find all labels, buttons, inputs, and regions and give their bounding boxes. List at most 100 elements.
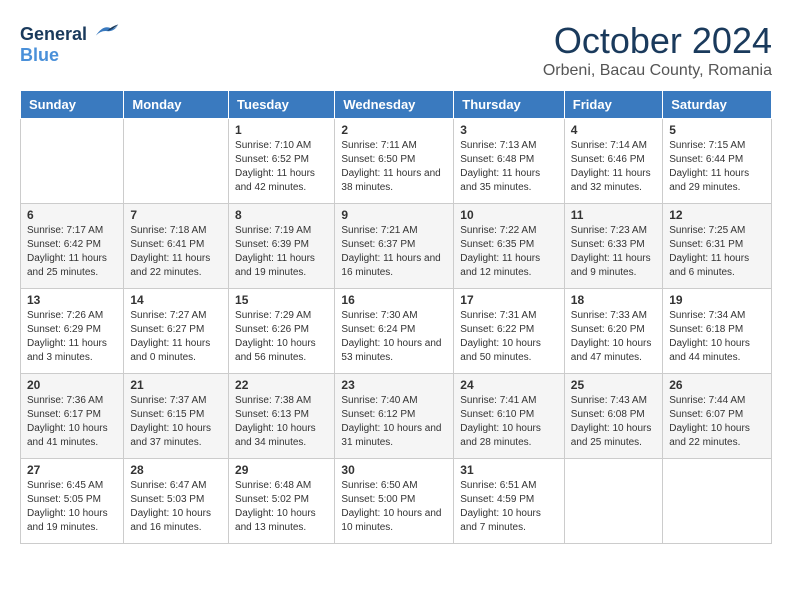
day-info: Sunrise: 7:23 AM Sunset: 6:33 PM Dayligh… (571, 224, 656, 280)
day-number: 12 (669, 208, 765, 222)
day-number: 20 (27, 378, 117, 392)
calendar-header-sunday: Sunday (21, 91, 124, 119)
calendar-cell: 18 Sunrise: 7:33 AM Sunset: 6:20 PM Dayli… (564, 289, 662, 374)
day-info: Sunrise: 7:40 AM Sunset: 6:12 PM Dayligh… (341, 394, 447, 450)
day-info: Sunrise: 7:44 AM Sunset: 6:07 PM Dayligh… (669, 394, 765, 450)
calendar-cell: 1 Sunrise: 7:10 AM Sunset: 6:52 PM Daylig… (229, 119, 335, 204)
day-number: 15 (235, 293, 328, 307)
calendar-subtitle: Orbeni, Bacau County, Romania (543, 62, 772, 80)
day-number: 31 (460, 463, 558, 477)
day-info: Sunrise: 7:30 AM Sunset: 6:24 PM Dayligh… (341, 309, 447, 365)
calendar-cell: 11 Sunrise: 7:23 AM Sunset: 6:33 PM Dayli… (564, 204, 662, 289)
day-info: Sunrise: 6:47 AM Sunset: 5:03 PM Dayligh… (130, 479, 222, 535)
day-info: Sunrise: 7:29 AM Sunset: 6:26 PM Dayligh… (235, 309, 328, 365)
day-number: 11 (571, 208, 656, 222)
calendar-cell: 17 Sunrise: 7:31 AM Sunset: 6:22 PM Dayli… (454, 289, 565, 374)
day-info: Sunrise: 7:33 AM Sunset: 6:20 PM Dayligh… (571, 309, 656, 365)
calendar-week-row: 1 Sunrise: 7:10 AM Sunset: 6:52 PM Daylig… (21, 119, 772, 204)
day-info: Sunrise: 6:50 AM Sunset: 5:00 PM Dayligh… (341, 479, 447, 535)
day-number: 21 (130, 378, 222, 392)
day-number: 9 (341, 208, 447, 222)
logo: General Blue (20, 20, 122, 66)
day-info: Sunrise: 7:19 AM Sunset: 6:39 PM Dayligh… (235, 224, 328, 280)
day-number: 13 (27, 293, 117, 307)
page-header: General Blue October 2024 Orbeni, Bacau … (20, 20, 772, 80)
day-info: Sunrise: 7:11 AM Sunset: 6:50 PM Dayligh… (341, 139, 447, 195)
logo-bird-icon (92, 20, 122, 40)
logo-general-text: General (20, 24, 87, 44)
day-info: Sunrise: 7:36 AM Sunset: 6:17 PM Dayligh… (27, 394, 117, 450)
calendar-cell (124, 119, 229, 204)
day-number: 18 (571, 293, 656, 307)
day-number: 5 (669, 123, 765, 137)
calendar-cell: 14Sunrise: 7:27 AM Sunset: 6:27 PM Dayli… (124, 289, 229, 374)
calendar-cell: 3 Sunrise: 7:13 AM Sunset: 6:48 PM Daylig… (454, 119, 565, 204)
day-info: Sunrise: 7:31 AM Sunset: 6:22 PM Dayligh… (460, 309, 558, 365)
day-info: Sunrise: 6:51 AM Sunset: 4:59 PM Dayligh… (460, 479, 558, 535)
calendar-header-wednesday: Wednesday (335, 91, 454, 119)
day-number: 24 (460, 378, 558, 392)
day-info: Sunrise: 7:38 AM Sunset: 6:13 PM Dayligh… (235, 394, 328, 450)
day-info: Sunrise: 7:21 AM Sunset: 6:37 PM Dayligh… (341, 224, 447, 280)
day-number: 29 (235, 463, 328, 477)
day-number: 17 (460, 293, 558, 307)
day-info: Sunrise: 7:18 AM Sunset: 6:41 PM Dayligh… (130, 224, 222, 280)
logo-blue-text: Blue (20, 45, 59, 66)
calendar-cell: 9 Sunrise: 7:21 AM Sunset: 6:37 PM Daylig… (335, 204, 454, 289)
calendar-table: SundayMondayTuesdayWednesdayThursdayFrid… (20, 90, 772, 544)
calendar-header-thursday: Thursday (454, 91, 565, 119)
calendar-cell: 24 Sunrise: 7:41 AM Sunset: 6:10 PM Dayli… (454, 374, 565, 459)
day-number: 28 (130, 463, 222, 477)
day-number: 6 (27, 208, 117, 222)
day-number: 10 (460, 208, 558, 222)
calendar-cell (21, 119, 124, 204)
day-number: 23 (341, 378, 447, 392)
day-info: Sunrise: 7:15 AM Sunset: 6:44 PM Dayligh… (669, 139, 765, 195)
day-info: Sunrise: 7:25 AM Sunset: 6:31 PM Dayligh… (669, 224, 765, 280)
calendar-header-tuesday: Tuesday (229, 91, 335, 119)
calendar-cell: 30 Sunrise: 6:50 AM Sunset: 5:00 PM Dayli… (335, 459, 454, 544)
calendar-title: October 2024 (543, 20, 772, 62)
calendar-cell: 8 Sunrise: 7:19 AM Sunset: 6:39 PM Daylig… (229, 204, 335, 289)
day-info: Sunrise: 7:43 AM Sunset: 6:08 PM Dayligh… (571, 394, 656, 450)
calendar-week-row: 6 Sunrise: 7:17 AM Sunset: 6:42 PM Daylig… (21, 204, 772, 289)
day-info: Sunrise: 7:10 AM Sunset: 6:52 PM Dayligh… (235, 139, 328, 195)
day-number: 3 (460, 123, 558, 137)
day-number: 26 (669, 378, 765, 392)
calendar-week-row: 13 Sunrise: 7:26 AM Sunset: 6:29 PM Dayli… (21, 289, 772, 374)
day-info: Sunrise: 7:34 AM Sunset: 6:18 PM Dayligh… (669, 309, 765, 365)
calendar-cell: 22Sunrise: 7:38 AM Sunset: 6:13 PM Dayli… (229, 374, 335, 459)
calendar-cell: 12 Sunrise: 7:25 AM Sunset: 6:31 PM Dayli… (663, 204, 772, 289)
day-info: Sunrise: 7:13 AM Sunset: 6:48 PM Dayligh… (460, 139, 558, 195)
day-number: 30 (341, 463, 447, 477)
calendar-cell: 4Sunrise: 7:14 AM Sunset: 6:46 PM Daylig… (564, 119, 662, 204)
calendar-cell: 2 Sunrise: 7:11 AM Sunset: 6:50 PM Daylig… (335, 119, 454, 204)
calendar-header-monday: Monday (124, 91, 229, 119)
day-number: 1 (235, 123, 328, 137)
calendar-cell (564, 459, 662, 544)
day-info: Sunrise: 7:41 AM Sunset: 6:10 PM Dayligh… (460, 394, 558, 450)
day-number: 7 (130, 208, 222, 222)
day-info: Sunrise: 6:48 AM Sunset: 5:02 PM Dayligh… (235, 479, 328, 535)
calendar-week-row: 27Sunrise: 6:45 AM Sunset: 5:05 PM Dayli… (21, 459, 772, 544)
calendar-cell: 27Sunrise: 6:45 AM Sunset: 5:05 PM Dayli… (21, 459, 124, 544)
calendar-header-friday: Friday (564, 91, 662, 119)
day-number: 25 (571, 378, 656, 392)
day-number: 8 (235, 208, 328, 222)
calendar-cell: 21 Sunrise: 7:37 AM Sunset: 6:15 PM Dayli… (124, 374, 229, 459)
day-number: 19 (669, 293, 765, 307)
calendar-week-row: 20 Sunrise: 7:36 AM Sunset: 6:17 PM Dayli… (21, 374, 772, 459)
calendar-cell: 28 Sunrise: 6:47 AM Sunset: 5:03 PM Dayli… (124, 459, 229, 544)
day-number: 4 (571, 123, 656, 137)
day-number: 2 (341, 123, 447, 137)
calendar-header-row: SundayMondayTuesdayWednesdayThursdayFrid… (21, 91, 772, 119)
day-info: Sunrise: 7:26 AM Sunset: 6:29 PM Dayligh… (27, 309, 117, 365)
calendar-cell: 15 Sunrise: 7:29 AM Sunset: 6:26 PM Dayli… (229, 289, 335, 374)
title-section: October 2024 Orbeni, Bacau County, Roman… (543, 20, 772, 80)
calendar-cell: 10Sunrise: 7:22 AM Sunset: 6:35 PM Dayli… (454, 204, 565, 289)
day-info: Sunrise: 7:17 AM Sunset: 6:42 PM Dayligh… (27, 224, 117, 280)
calendar-cell: 20 Sunrise: 7:36 AM Sunset: 6:17 PM Dayli… (21, 374, 124, 459)
calendar-cell: 13 Sunrise: 7:26 AM Sunset: 6:29 PM Dayli… (21, 289, 124, 374)
calendar-cell (663, 459, 772, 544)
day-info: Sunrise: 7:37 AM Sunset: 6:15 PM Dayligh… (130, 394, 222, 450)
